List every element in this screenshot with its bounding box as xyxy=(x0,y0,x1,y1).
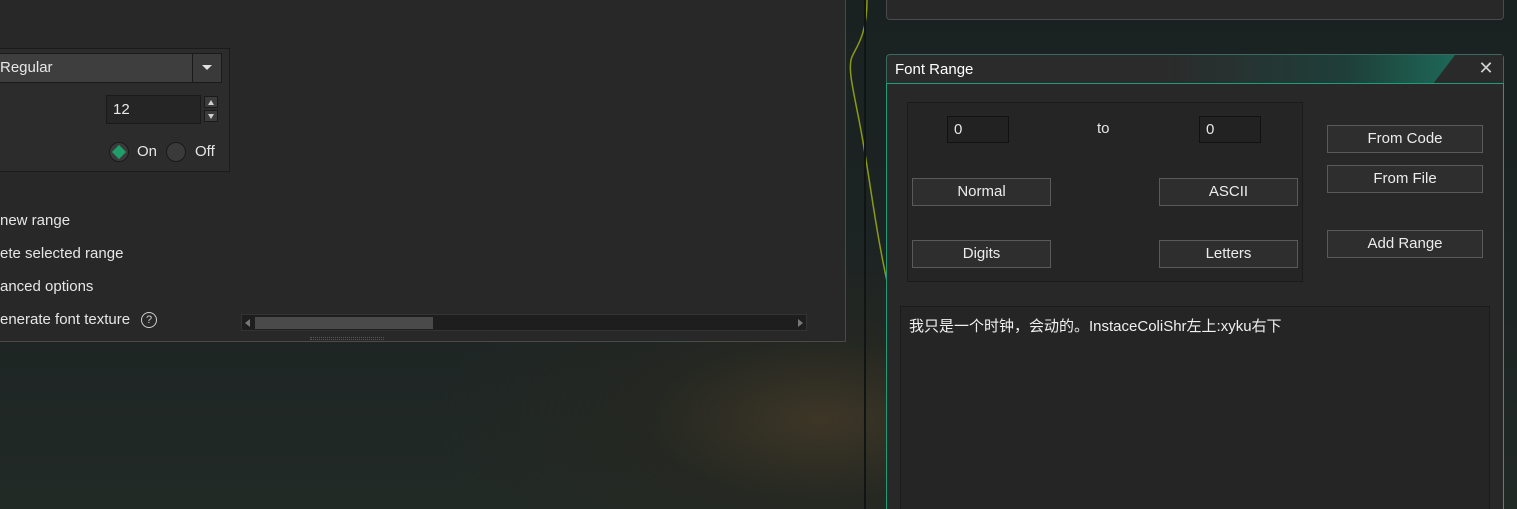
chevron-down-icon xyxy=(202,65,212,70)
radio-on[interactable] xyxy=(109,142,129,162)
ascii-button[interactable]: ASCII xyxy=(1159,178,1298,206)
to-label: to xyxy=(1097,120,1110,137)
range-to-input[interactable]: 0 xyxy=(1199,116,1261,143)
range-box: 0 to 0 Normal ASCII Digits Letters xyxy=(907,102,1303,282)
arrow-down-icon xyxy=(208,114,214,119)
font-range-window: 0 to 0 Normal ASCII Digits Letters From … xyxy=(886,83,1504,509)
horizontal-scrollbar[interactable] xyxy=(241,314,807,331)
delete-selected-range-link[interactable]: ete selected range xyxy=(0,245,123,262)
help-icon[interactable]: ? xyxy=(141,312,157,328)
characters-textarea[interactable]: 我只是一个时钟，会动的。InstaceColiShr左上:xyku右下 xyxy=(900,306,1490,509)
font-style-dropdown[interactable]: Regular xyxy=(0,53,222,83)
radio-off-label: Off xyxy=(195,143,215,160)
resize-grip[interactable] xyxy=(310,337,384,340)
node-connection-curve xyxy=(849,0,890,291)
scroll-right-icon[interactable] xyxy=(798,319,803,327)
font-editor-panel: Regular 12 On Off new range ete selected… xyxy=(0,0,846,342)
dropdown-toggle-button[interactable] xyxy=(192,54,221,82)
generate-font-texture-link[interactable]: enerate font texture xyxy=(0,311,130,328)
digits-button[interactable]: Digits xyxy=(912,240,1051,268)
from-code-button[interactable]: From Code xyxy=(1327,125,1483,153)
size-increment-button[interactable] xyxy=(204,96,218,108)
advanced-options-link[interactable]: anced options xyxy=(0,278,93,295)
window-title: Font Range xyxy=(895,61,974,78)
add-new-range-link[interactable]: new range xyxy=(0,212,70,229)
arrow-up-icon xyxy=(208,100,214,105)
size-decrement-button[interactable] xyxy=(204,110,218,122)
font-properties-box: Regular 12 On Off xyxy=(0,48,230,172)
scrollbar-thumb[interactable] xyxy=(255,317,433,329)
close-icon[interactable]: ✕ xyxy=(1477,59,1495,77)
scroll-left-icon[interactable] xyxy=(245,319,250,327)
panel-splitter[interactable] xyxy=(864,0,866,509)
radio-on-label: On xyxy=(137,143,158,160)
font-range-titlebar[interactable]: Font Range ✕ xyxy=(886,54,1504,84)
add-range-button[interactable]: Add Range xyxy=(1327,230,1483,258)
from-file-button[interactable]: From File xyxy=(1327,165,1483,193)
letters-button[interactable]: Letters xyxy=(1159,240,1298,268)
font-size-input[interactable]: 12 xyxy=(106,95,201,124)
range-from-input[interactable]: 0 xyxy=(947,116,1009,143)
font-style-value: Regular xyxy=(0,59,53,76)
top-right-panel xyxy=(886,0,1504,20)
normal-button[interactable]: Normal xyxy=(912,178,1051,206)
radio-off[interactable] xyxy=(166,142,186,162)
